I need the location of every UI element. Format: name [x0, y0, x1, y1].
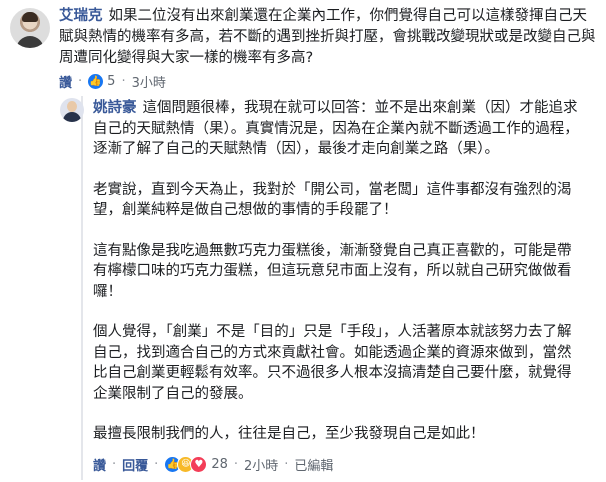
- separator-dot: ·: [154, 456, 159, 472]
- timestamp[interactable]: 2小時: [244, 455, 278, 474]
- love-icon: ♥: [190, 455, 208, 473]
- separator-dot: ·: [78, 73, 83, 89]
- comment-text: 如果二位沒有出來創業還在企業內工作，你們覺得自己可以這樣發揮自己天賦與熱情的機率…: [59, 8, 596, 66]
- separator-dot: ·: [121, 73, 126, 89]
- reaction-count[interactable]: 28: [211, 457, 228, 472]
- reply-paragraph: 老實說，直到今天為止，我對於「開公司，當老闆」這件事都沒有強烈的渴望，創業純粹是…: [93, 181, 572, 219]
- avatar-hair: [22, 12, 38, 22]
- like-button[interactable]: 讚: [93, 455, 106, 474]
- avatar[interactable]: [10, 8, 50, 48]
- reply-paragraph: 個人覺得，「創業」不是「目的」只是「手段」，人活著原本就該努力去了解自己，找到適…: [93, 324, 572, 402]
- comment-actions: 讚 · 👍 5 · 3小時: [59, 72, 166, 91]
- reply-button[interactable]: 回覆: [122, 455, 148, 474]
- reaction-count[interactable]: 5: [107, 74, 115, 89]
- separator-dot: ·: [284, 456, 289, 472]
- reply-paragraph: 姚詩豪 這個問題很棒，我現在就可以回答：並不是出來創業（因）才能追求自己的天賦熱情…: [93, 98, 583, 160]
- comment-body: 艾瑞克 如果二位沒有出來創業還在企業內工作，你們覺得自己可以這樣發揮自己天賦與熱情…: [59, 6, 599, 69]
- reply-paragraph: 最擅長限制我們的人，往往是自己，至少我發現自己是如此！: [93, 426, 485, 442]
- timestamp[interactable]: 3小時: [132, 72, 166, 91]
- reply-avatar[interactable]: [60, 98, 84, 122]
- avatar-body: [16, 36, 44, 48]
- like-icon[interactable]: 👍: [88, 73, 104, 89]
- edited-label[interactable]: 已編輯: [294, 455, 333, 474]
- avatar-head: [67, 101, 77, 112]
- reaction-icons[interactable]: 👍 😆 ♥: [164, 455, 208, 473]
- reply-thread-line: [81, 96, 83, 480]
- reply-author[interactable]: 姚詩豪: [93, 100, 137, 116]
- comment-author[interactable]: 艾瑞克: [59, 8, 103, 24]
- reply-paragraph: 這有點像是我吃過無數巧克力蛋糕後，漸漸發覺自己真正喜歡的，可能是帶有檸檬口味的巧…: [93, 242, 572, 300]
- reply-paragraph-text: 這個問題很棒，我現在就可以回答：並不是出來創業（因）才能追求自己的天賦熱情（果）…: [93, 100, 579, 157]
- reply-body: 姚詩豪 這個問題很棒，我現在就可以回答：並不是出來創業（因）才能追求自己的天賦熱情…: [93, 98, 583, 465]
- reply-actions: 讚 · 回覆 · 👍 😆 ♥ 28 · 2小時 · 已編輯: [93, 455, 333, 474]
- like-button[interactable]: 讚: [59, 72, 72, 91]
- separator-dot: ·: [233, 456, 238, 472]
- avatar-suit: [63, 112, 81, 122]
- separator-dot: ·: [112, 456, 117, 472]
